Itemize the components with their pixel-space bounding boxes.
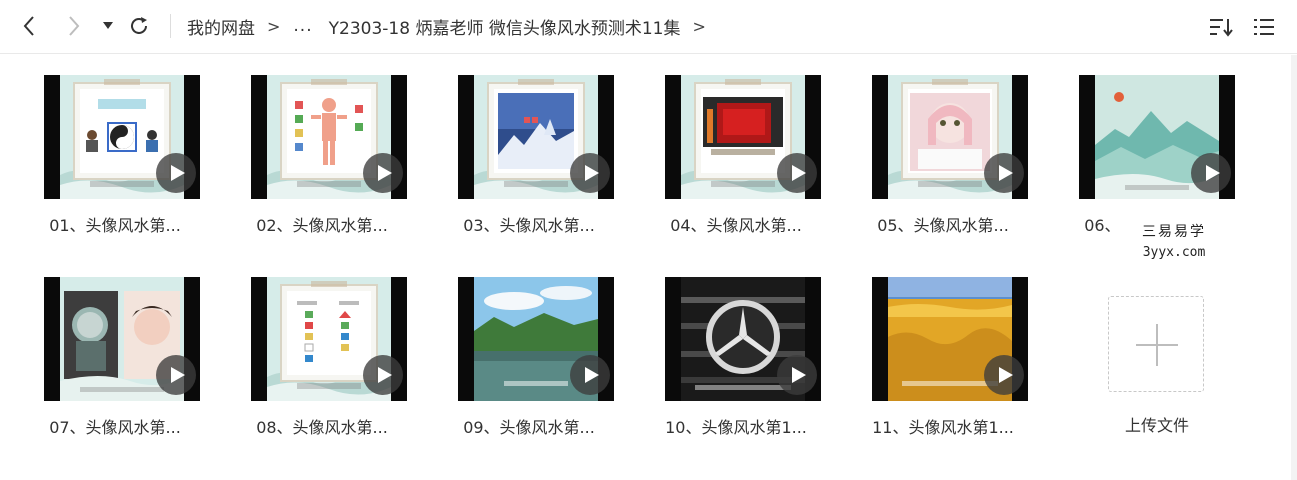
back-arrow-icon[interactable] xyxy=(16,13,42,39)
letterbox-left xyxy=(665,75,681,199)
video-thumbnail[interactable] xyxy=(44,75,200,199)
file-name[interactable]: 03、头像风水第... xyxy=(444,212,614,236)
video-thumbnail[interactable] xyxy=(872,277,1028,401)
sort-icon[interactable] xyxy=(1207,14,1235,40)
letterbox-left xyxy=(458,75,474,199)
play-icon[interactable] xyxy=(777,355,817,395)
letterbox-left xyxy=(44,75,60,199)
file-name[interactable]: 10、头像风水第1... xyxy=(651,414,821,438)
watermark: 三易易学 3yyx.com xyxy=(1112,216,1236,266)
breadcrumb: 我的网盘 > ... Y2303-18 炳嘉老师 微信头像风水预测术11集 > xyxy=(187,13,719,39)
file-name[interactable]: 11、头像风水第1... xyxy=(858,414,1028,438)
play-icon[interactable] xyxy=(156,153,196,193)
list-view-icon[interactable] xyxy=(1250,14,1278,40)
breadcrumb-current-folder[interactable]: Y2303-18 炳嘉老师 微信头像风水预测术11集 xyxy=(329,14,681,39)
video-thumbnail[interactable] xyxy=(872,75,1028,199)
forward-arrow-icon[interactable] xyxy=(61,13,87,39)
upload-label[interactable]: 上传文件 xyxy=(1082,412,1232,436)
letterbox-left xyxy=(872,75,888,199)
play-icon[interactable] xyxy=(363,355,403,395)
play-icon[interactable] xyxy=(363,153,403,193)
upload-button[interactable] xyxy=(1108,296,1204,392)
breadcrumb-root[interactable]: 我的网盘 xyxy=(187,14,255,39)
toolbar-divider xyxy=(170,14,171,38)
file-name[interactable]: 07、头像风水第... xyxy=(30,414,200,438)
file-name[interactable]: 08、头像风水第... xyxy=(237,414,407,438)
watermark-text: 三易易学 xyxy=(1142,224,1206,240)
letterbox-left xyxy=(458,277,474,401)
toolbar: 我的网盘 > ... Y2303-18 炳嘉老师 微信头像风水预测术11集 > xyxy=(0,0,1297,54)
letterbox-left xyxy=(44,277,60,401)
video-thumbnail[interactable] xyxy=(665,277,821,401)
letterbox-left xyxy=(1079,75,1095,199)
refresh-icon[interactable] xyxy=(126,13,152,39)
letterbox-left xyxy=(251,75,267,199)
breadcrumb-ellipsis[interactable]: ... xyxy=(293,16,312,36)
letterbox-left xyxy=(872,277,888,401)
play-icon[interactable] xyxy=(984,153,1024,193)
video-thumbnail[interactable] xyxy=(1079,75,1235,199)
video-thumbnail[interactable] xyxy=(251,75,407,199)
video-thumbnail[interactable] xyxy=(665,75,821,199)
play-icon[interactable] xyxy=(570,355,610,395)
play-icon[interactable] xyxy=(156,355,196,395)
letterbox-left xyxy=(665,277,681,401)
file-name[interactable]: 04、头像风水第... xyxy=(651,212,821,236)
plus-icon-vertical xyxy=(1156,324,1158,366)
play-icon[interactable] xyxy=(777,153,817,193)
play-icon[interactable] xyxy=(1191,153,1231,193)
watermark-url: 3yyx.com xyxy=(1142,245,1206,260)
video-thumbnail[interactable] xyxy=(458,277,614,401)
file-name[interactable]: 01、头像风水第... xyxy=(30,212,200,236)
dropdown-caret-icon[interactable] xyxy=(97,13,119,39)
play-icon[interactable] xyxy=(984,355,1024,395)
breadcrumb-separator-trailing[interactable]: > xyxy=(692,17,705,36)
file-name[interactable]: 05、头像风水第... xyxy=(858,212,1028,236)
video-thumbnail[interactable] xyxy=(458,75,614,199)
file-name[interactable]: 02、头像风水第... xyxy=(237,212,407,236)
video-thumbnail[interactable] xyxy=(251,277,407,401)
letterbox-left xyxy=(251,277,267,401)
video-thumbnail[interactable] xyxy=(44,277,200,401)
scrollbar-track[interactable] xyxy=(1291,55,1297,480)
play-icon[interactable] xyxy=(570,153,610,193)
file-name[interactable]: 09、头像风水第... xyxy=(444,414,614,438)
breadcrumb-separator: > xyxy=(267,16,281,36)
